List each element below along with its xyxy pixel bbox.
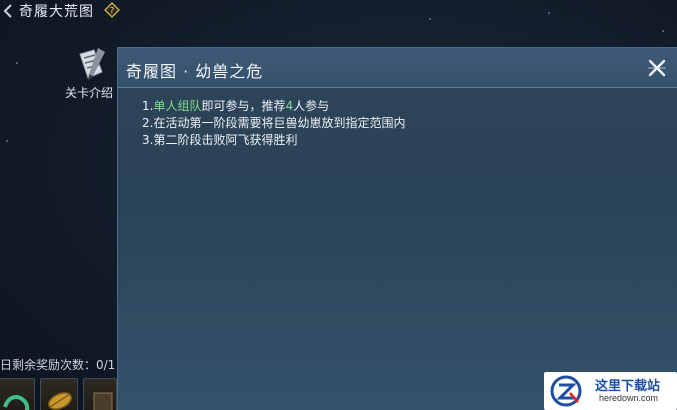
close-icon[interactable] bbox=[645, 56, 669, 80]
rule-item: 1.单人组队即可参与，推荐4人参与 bbox=[142, 98, 662, 115]
site-watermark: 这里下载站 heredown.com bbox=[544, 372, 677, 410]
rule-text: 即可参与，推荐 bbox=[201, 99, 286, 113]
help-diamond-icon[interactable]: ? bbox=[104, 2, 120, 18]
dialog-header: 奇履图 · 幼兽之危 bbox=[118, 48, 677, 88]
scroll-brush-icon bbox=[79, 48, 105, 81]
gold-leaf-item-icon bbox=[47, 392, 73, 410]
watermark-name: 这里下载站 bbox=[595, 379, 661, 394]
watermark-url: heredown.com bbox=[599, 393, 659, 403]
jade-item-icon bbox=[3, 395, 30, 410]
svg-text:?: ? bbox=[110, 7, 115, 17]
level-intro-label: 关卡介绍 bbox=[65, 86, 114, 100]
rule-highlight: 单人组队 bbox=[153, 99, 202, 113]
rule-text: 人参与 bbox=[293, 99, 330, 113]
rule-number: 1. bbox=[142, 99, 154, 113]
site-logo-icon bbox=[550, 375, 582, 407]
back-chevron-icon[interactable] bbox=[2, 3, 14, 19]
dialog-title: 奇履图 · 幼兽之危 bbox=[126, 62, 264, 81]
background-star bbox=[16, 62, 18, 64]
page-title: 奇履大荒图 bbox=[19, 4, 94, 20]
background-star bbox=[662, 30, 664, 32]
rule-highlight: 4 bbox=[285, 99, 294, 113]
rule-item: 3.第二阶段击败阿飞获得胜利 bbox=[142, 133, 298, 147]
background-star bbox=[6, 140, 8, 142]
rule-item: 2.在活动第一阶段需要将巨兽幼崽放到指定范围内 bbox=[142, 116, 406, 130]
level-info-dialog: 奇履图 · 幼兽之危 1.单人组队即可参与，推荐4人参与 2.在活动第一阶段需要… bbox=[117, 47, 677, 410]
remaining-rewards-count: 日剩余奖励次数：0/1 bbox=[0, 358, 116, 372]
reward-slot[interactable] bbox=[0, 378, 35, 410]
top-breadcrumb: 奇履大荒图 ? bbox=[0, 0, 677, 22]
reward-slot[interactable] bbox=[83, 378, 117, 410]
level-intro-button[interactable]: 关卡介绍 bbox=[60, 46, 120, 102]
rules-list: 1.单人组队即可参与，推荐4人参与 2.在活动第一阶段需要将巨兽幼崽放到指定范围… bbox=[142, 98, 662, 149]
reward-item-icon bbox=[93, 392, 113, 410]
reward-slot[interactable] bbox=[40, 378, 78, 410]
